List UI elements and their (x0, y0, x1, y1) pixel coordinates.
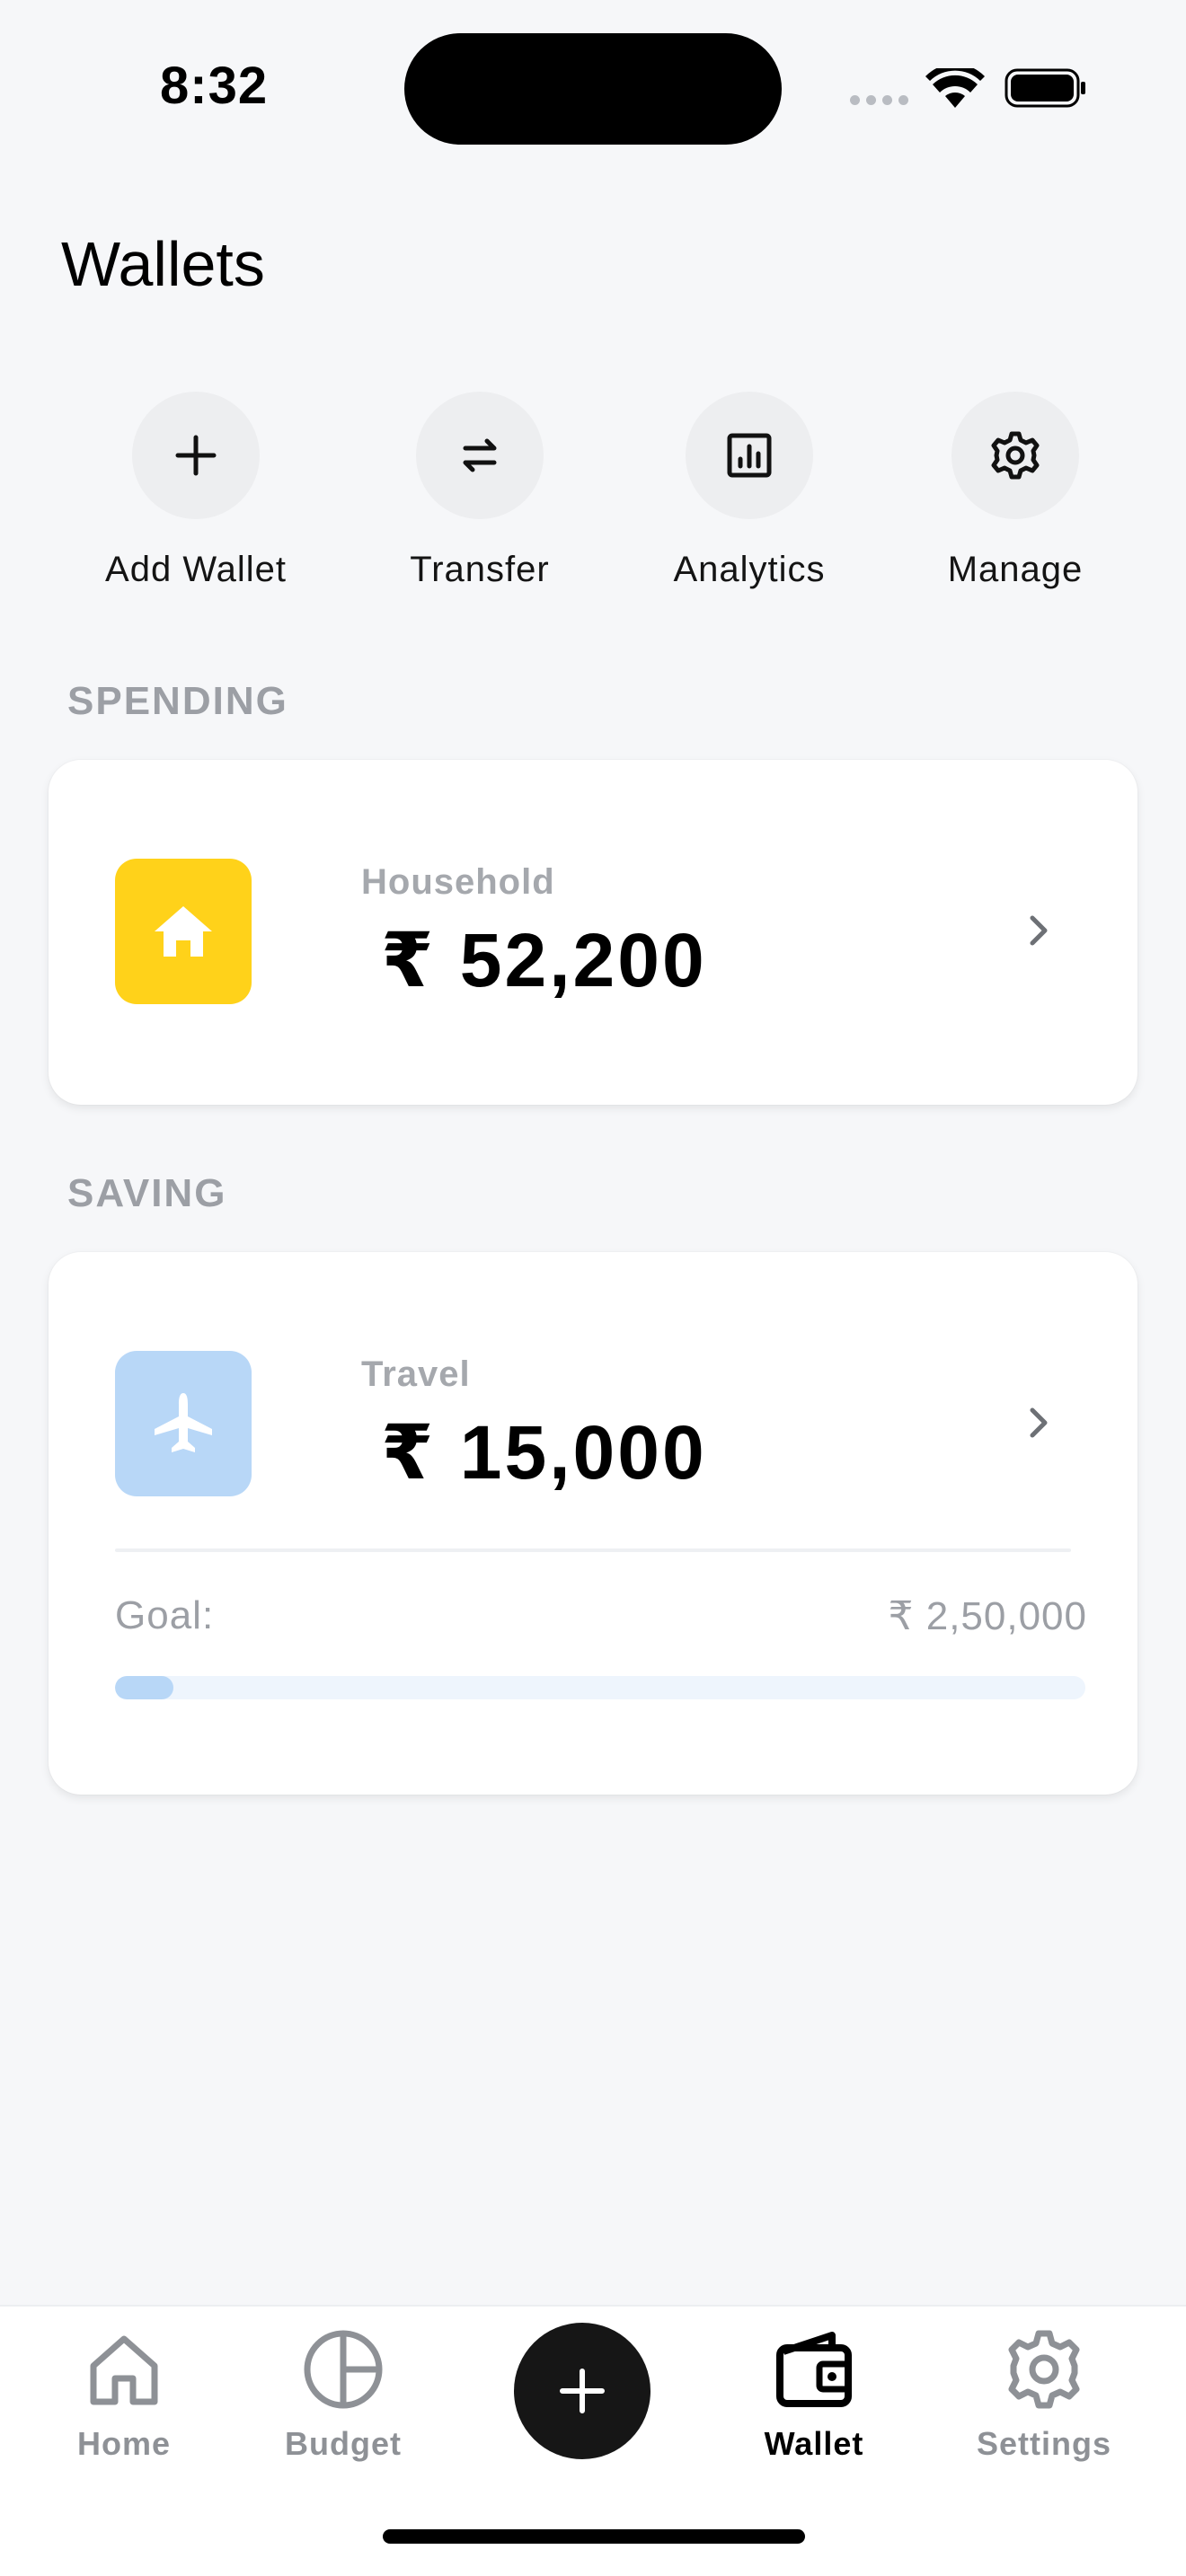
nav-item-wallet[interactable]: Wallet (724, 2326, 904, 2463)
quick-actions: Add Wallet Transfer Analytics Manage (0, 392, 1186, 598)
home-indicator (383, 2529, 805, 2544)
add-wallet-button[interactable]: Add Wallet (88, 392, 304, 590)
wallet-name: Household (361, 862, 555, 902)
wallet-balance: ₹ 15,000 (381, 1410, 707, 1495)
goal-label: Goal: (115, 1593, 215, 1637)
gear-icon (1008, 2330, 1080, 2409)
manage-label: Manage (947, 550, 1084, 589)
chevron-right-icon (1030, 915, 1048, 946)
wallet-icon-tile (115, 859, 252, 1004)
card-divider (115, 1548, 1071, 1552)
analytics-button[interactable]: Analytics (642, 392, 857, 590)
dynamic-island (404, 33, 782, 145)
plus-icon (560, 2369, 605, 2413)
section-header-spending: SPENDING (67, 679, 288, 723)
wifi-icon (925, 68, 985, 108)
status-time: 8:32 (160, 57, 269, 115)
analytics-chart-icon (727, 433, 772, 478)
home-icon (90, 2335, 158, 2405)
chevron-right-icon (1030, 1407, 1048, 1438)
wallet-icon-tile (115, 1351, 252, 1496)
transfer-arrows-icon (463, 438, 497, 472)
nav-label-home: Home (76, 2425, 172, 2462)
nav-item-settings[interactable]: Settings (954, 2326, 1134, 2463)
goal-progress-bar (115, 1676, 1085, 1699)
analytics-label: Analytics (673, 550, 826, 589)
battery-icon (1005, 68, 1085, 108)
wallet-card-travel[interactable]: Travel ₹ 15,000 Goal: ₹ 2,50,000 (49, 1252, 1137, 1795)
pie-chart-icon (304, 2330, 383, 2409)
plus-icon (175, 435, 217, 476)
goal-value: ₹ 2,50,000 (888, 1594, 1087, 1638)
manage-button[interactable]: Manage (907, 392, 1123, 590)
transfer-label: Transfer (410, 550, 550, 589)
house-icon (155, 906, 212, 957)
nav-label-budget: Budget (285, 2425, 402, 2462)
status-bar: 8:32 (0, 0, 1186, 180)
wallet-card-household[interactable]: Household ₹ 52,200 (49, 760, 1137, 1105)
nav-label-settings: Settings (976, 2425, 1111, 2462)
nav-label-wallet: Wallet (764, 2425, 864, 2462)
section-header-saving: SAVING (67, 1171, 227, 1215)
wallet-icon (776, 2332, 852, 2407)
gear-icon (991, 431, 1040, 480)
wallet-name: Travel (361, 1354, 471, 1394)
add-wallet-label: Add Wallet (105, 550, 287, 589)
add-transaction-button[interactable] (514, 2323, 651, 2459)
page-title: Wallets (61, 229, 265, 299)
nav-item-budget[interactable]: Budget (253, 2326, 433, 2463)
transfer-button[interactable]: Transfer (372, 392, 588, 590)
goal-progress-fill (115, 1676, 173, 1699)
cellular-signal-icon (850, 95, 908, 105)
wallet-balance: ₹ 52,200 (381, 918, 707, 1002)
airplane-icon (155, 1393, 212, 1452)
nav-item-home[interactable]: Home (34, 2326, 214, 2463)
